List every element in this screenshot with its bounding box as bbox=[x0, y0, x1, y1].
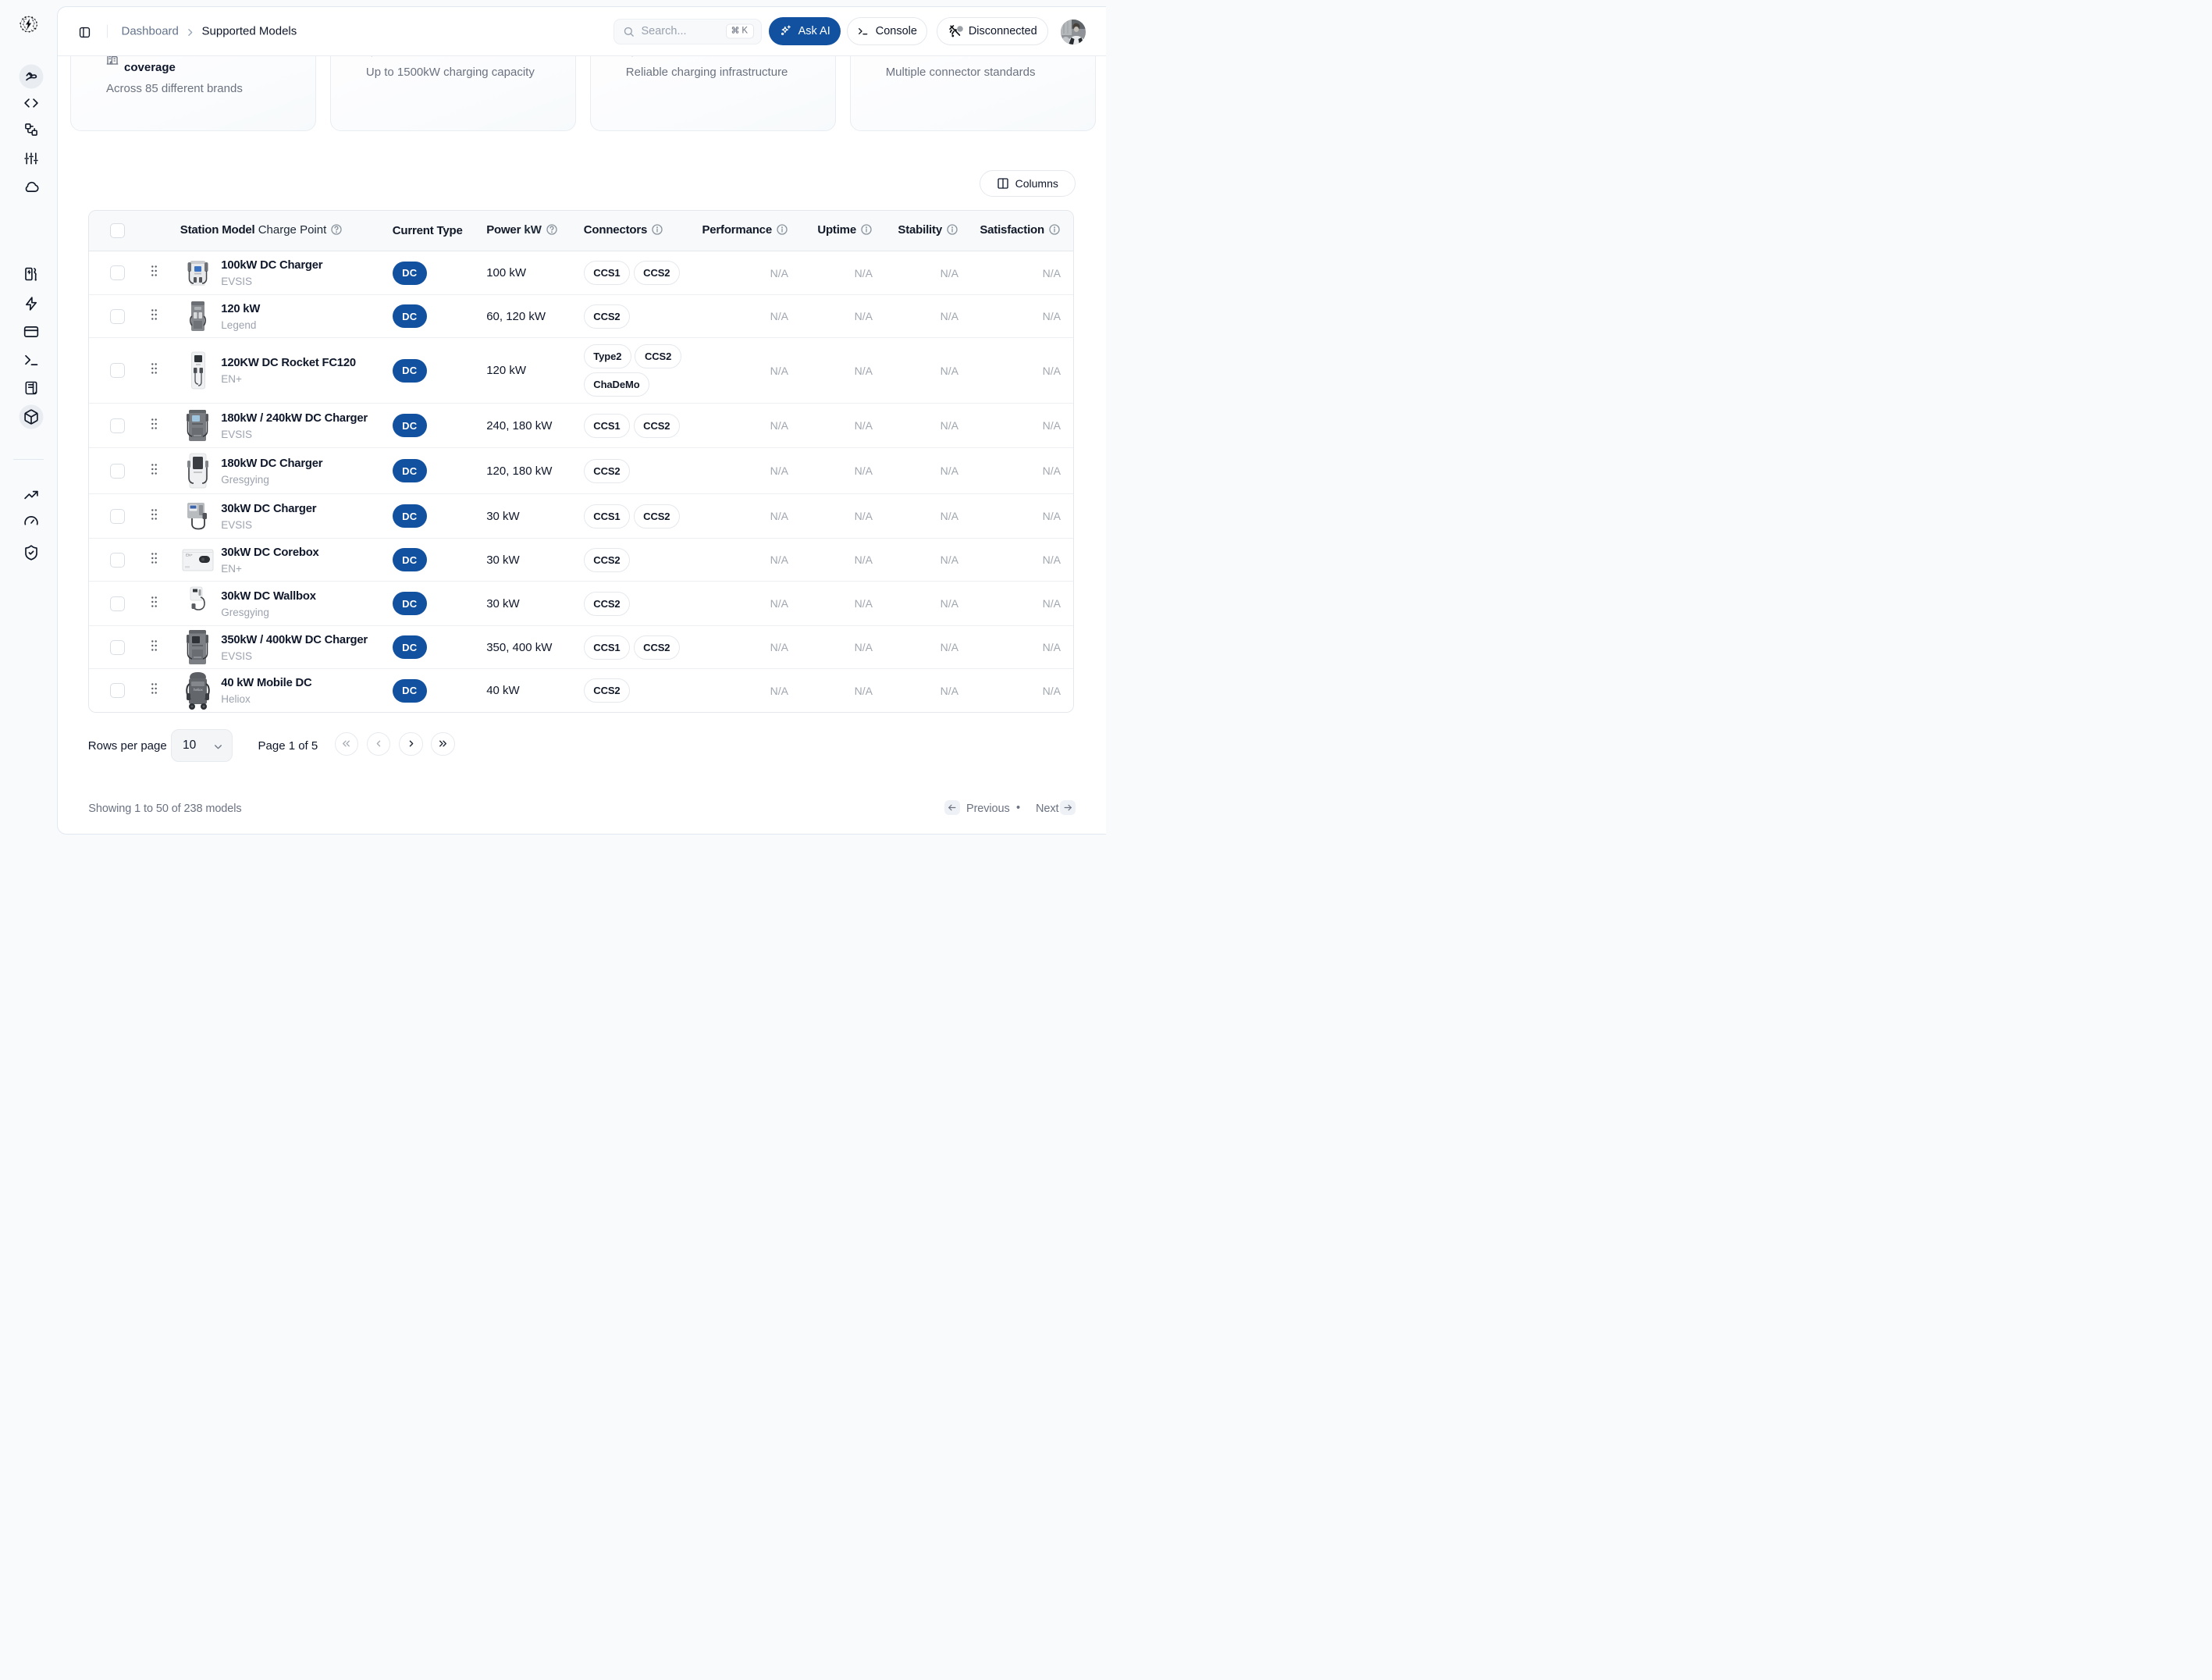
svg-text:EN+: EN+ bbox=[186, 553, 193, 557]
svg-text:heliox: heliox bbox=[194, 688, 204, 692]
